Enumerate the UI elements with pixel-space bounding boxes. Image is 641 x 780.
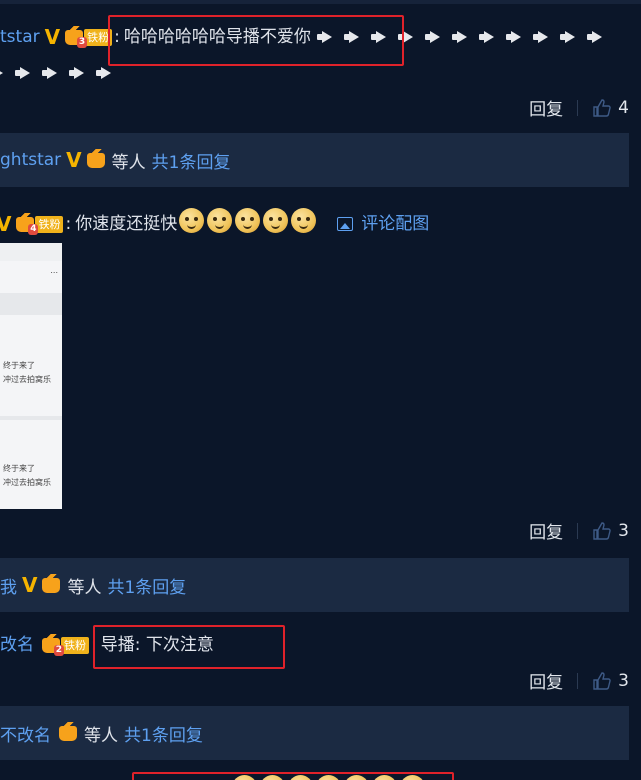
fan-badge: 铁粉 xyxy=(35,215,64,233)
thumb-up-icon[interactable] xyxy=(592,98,612,118)
v-verified-icon: V xyxy=(44,25,61,49)
v-verified-icon: V xyxy=(0,212,12,236)
crown-level-icon: 2 xyxy=(40,633,64,656)
doge-emoji-icon xyxy=(263,208,289,233)
comment-image-link[interactable]: 评论配图 xyxy=(337,212,429,236)
emoji-group xyxy=(179,208,319,240)
speaker-icon xyxy=(532,30,553,44)
thumb-up-icon[interactable] xyxy=(592,671,612,691)
comment-3-actions: 回复 3 xyxy=(529,668,629,694)
comment-1-actions: 回复 4 xyxy=(529,95,629,121)
speaker-icon xyxy=(0,66,8,80)
crown-level-icon: 4 xyxy=(14,212,39,235)
v-verified-icon: V xyxy=(66,148,82,172)
comment-1-line-2 xyxy=(0,61,123,85)
reply-button[interactable]: 回复 xyxy=(529,518,563,543)
speaker-icons xyxy=(0,61,123,85)
image-caption: 冲过去拍窝乐 xyxy=(3,478,51,487)
divider xyxy=(577,522,579,539)
image-caption: 终于来了 xyxy=(3,464,35,473)
doge-emoji-icon xyxy=(291,208,317,233)
reply-bar-username[interactable]: ghtstar xyxy=(0,150,61,170)
comment-feed: tstar V 3 铁粉 : 哈哈哈哈哈哈导播不爱你 回复 4 ghtstar … xyxy=(0,0,641,780)
like-count: 3 xyxy=(618,520,629,541)
doge-emoji-icon xyxy=(260,775,285,780)
divider xyxy=(577,672,579,689)
comment-3-username[interactable]: 改名 xyxy=(0,633,34,657)
reply-bar-others: 等人 xyxy=(111,152,146,173)
doge-emoji-icon xyxy=(344,775,369,780)
reply-bar-username[interactable]: 不改名 xyxy=(0,721,51,746)
attached-image[interactable]: ... 终于来了 冲过去拍窝乐 终于来了 冲过去拍窝乐 xyxy=(0,243,62,509)
crown-level-icon xyxy=(85,148,107,170)
like-count: 3 xyxy=(618,670,629,691)
comment-image-link-label: 评论配图 xyxy=(361,214,430,234)
image-icon xyxy=(337,217,354,231)
reply-summary-bar[interactable]: ghtstar V 等人 共1条回复 xyxy=(0,133,629,187)
reply-button[interactable]: 回复 xyxy=(529,668,563,693)
speaker-icon xyxy=(478,30,499,44)
doge-emoji-icon xyxy=(179,208,205,233)
comment-2-actions: 回复 3 xyxy=(529,518,629,544)
reply-count-link[interactable]: 共1条回复 xyxy=(107,573,186,598)
image-caption: 终于来了 xyxy=(3,361,35,370)
doge-emoji-icon xyxy=(207,208,233,233)
reply-bar-username[interactable]: 我 xyxy=(0,573,17,598)
speaker-icon xyxy=(505,30,526,44)
fan-badge: 铁粉 xyxy=(61,636,89,654)
speaker-icon xyxy=(586,30,607,44)
crown-level-icon: 3 xyxy=(63,25,88,48)
speaker-icon xyxy=(96,66,116,80)
doge-emoji-icon xyxy=(316,775,341,780)
crown-level-icon xyxy=(40,573,62,595)
comment-1-username[interactable]: tstar xyxy=(0,25,40,49)
doge-emoji-icon xyxy=(372,775,397,780)
crown-level-icon xyxy=(57,721,79,743)
reply-bar-others: 等人 xyxy=(67,577,102,598)
reply-summary-bar[interactable]: 我 V 等人 共1条回复 xyxy=(0,558,629,612)
divider xyxy=(577,99,579,116)
comment-2-line: V 4 铁粉 : 你速度还挺快 评论配图 xyxy=(0,208,429,240)
speaker-icon xyxy=(451,30,472,44)
reply-bar-others: 等人 xyxy=(84,725,118,746)
speaker-icon xyxy=(42,66,62,80)
v-verified-icon: V xyxy=(22,573,38,597)
doge-emoji-icon xyxy=(235,208,261,233)
speaker-icon xyxy=(15,66,35,80)
speaker-icon xyxy=(69,66,89,80)
thumb-up-icon[interactable] xyxy=(592,521,612,541)
comment-2-text: 你速度还挺快 xyxy=(75,214,178,234)
top-divider xyxy=(0,0,641,4)
reply-count-link[interactable]: 共1条回复 xyxy=(124,721,203,746)
doge-emoji-icon xyxy=(232,775,257,780)
reply-count-link[interactable]: 共1条回复 xyxy=(152,148,231,173)
like-count: 4 xyxy=(618,97,629,118)
image-caption: 冲过去拍窝乐 xyxy=(3,375,51,384)
doge-emoji-icon xyxy=(288,775,313,780)
speaker-icon xyxy=(559,30,580,44)
speaker-icon xyxy=(424,30,445,44)
emoji-group xyxy=(232,775,428,780)
reply-summary-bar[interactable]: 不改名 等人 共1条回复 xyxy=(0,706,629,760)
highlight-box-2 xyxy=(93,625,285,669)
highlight-box-1 xyxy=(108,15,404,66)
colon: : xyxy=(65,214,72,234)
doge-emoji-icon xyxy=(400,775,425,780)
reply-button[interactable]: 回复 xyxy=(529,95,563,120)
